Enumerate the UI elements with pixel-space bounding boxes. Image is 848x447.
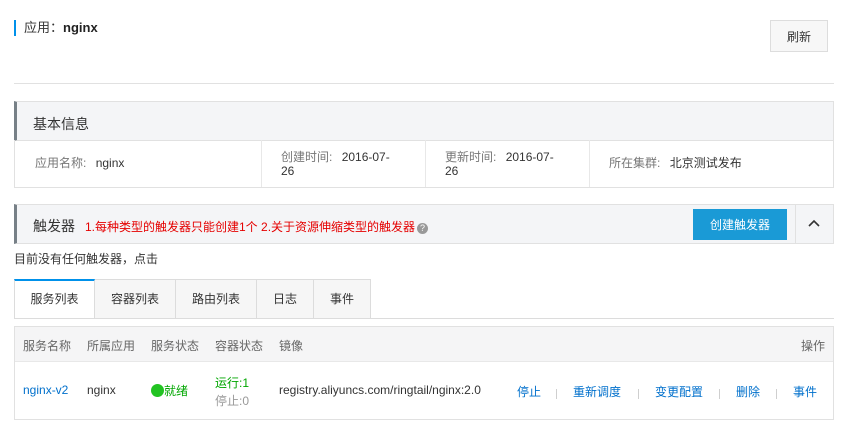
tab-routes[interactable]: 路由列表 [176, 279, 257, 319]
basic-info-body: 应用名称: nginx 创建时间: 2016-07- 26 更新时间: 2016… [14, 140, 834, 188]
header-divider [14, 83, 834, 84]
tab-services[interactable]: 服务列表 [14, 279, 95, 319]
action-separator [776, 389, 777, 399]
page-title: 应用：nginx [14, 20, 98, 36]
info-created-value-cont: 26 [281, 164, 295, 178]
action-separator [556, 389, 557, 399]
info-cluster: 所在集群: 北京测试发布 [609, 156, 742, 170]
refresh-button[interactable]: 刷新 [770, 20, 828, 52]
services-table: 服务名称 所属应用 服务状态 容器状态 镜像 操作 nginx-v2 nginx… [14, 326, 834, 420]
col-container-status: 容器状态 [215, 339, 264, 353]
container-stopped: 停止:0 [215, 394, 250, 408]
col-service-status: 服务状态 [151, 339, 200, 353]
stop-action[interactable]: 停止 [517, 383, 541, 400]
service-status-text: 就绪 [164, 384, 189, 398]
tab-events[interactable]: 事件 [314, 279, 371, 319]
info-created-label: 创建时间: [281, 150, 333, 164]
service-image: registry.aliyuncs.com/ringtail/nginx:2.0 [279, 383, 481, 397]
collapse-button[interactable] [795, 205, 833, 243]
action-separator [719, 389, 720, 399]
info-cluster-value: 北京测试发布 [669, 156, 742, 170]
create-trigger-button[interactable]: 创建触发器 [693, 209, 787, 240]
info-updated-label: 更新时间: [445, 150, 497, 164]
info-divider [261, 140, 262, 187]
trigger-header: 触发器 1.每种类型的触发器只能创建1个 2.关于资源伸缩类型的触发器? 创建触… [14, 204, 834, 244]
col-app: 所属应用 [87, 339, 136, 353]
trigger-note: 1.每种类型的触发器只能创建1个 2.关于资源伸缩类型的触发器? [85, 218, 429, 235]
trigger-title: 触发器 [33, 218, 75, 234]
info-divider [589, 140, 590, 187]
change-config-action[interactable]: 变更配置 [655, 383, 703, 400]
info-updated-time: 更新时间: 2016-07- 26 [445, 150, 554, 178]
status-ok-icon [151, 384, 164, 397]
tab-containers[interactable]: 容器列表 [95, 279, 176, 319]
info-updated-value-cont: 26 [445, 164, 459, 178]
info-created-time: 创建时间: 2016-07- 26 [281, 150, 390, 178]
table-header: 服务名称 所属应用 服务状态 容器状态 镜像 操作 [15, 327, 833, 362]
info-updated-value: 2016-07- [505, 150, 554, 164]
container-running: 运行:1 [215, 376, 250, 390]
basic-info-title: 基本信息 [33, 116, 89, 132]
info-app-name-label: 应用名称: [35, 156, 87, 170]
delete-action[interactable]: 删除 [736, 383, 760, 400]
app-name: nginx [63, 20, 98, 35]
action-separator [638, 389, 639, 399]
info-app-name: 应用名称: nginx [35, 156, 124, 170]
col-service-name: 服务名称 [23, 339, 72, 353]
events-action[interactable]: 事件 [793, 383, 817, 400]
info-app-name-value: nginx [95, 156, 125, 170]
chevron-up-icon [808, 219, 820, 227]
info-created-value: 2016-07- [341, 150, 390, 164]
reschedule-action[interactable]: 重新调度 [573, 383, 621, 400]
question-circle-icon[interactable]: ? [417, 223, 429, 234]
tab-bar: 服务列表 容器列表 路由列表 日志 事件 [14, 279, 371, 319]
tabs-underline [14, 318, 834, 319]
no-trigger-message: 目前没有任何触发器，点击 [14, 252, 159, 266]
service-name-link[interactable]: nginx-v2 [23, 383, 68, 397]
trigger-note-text: 1.每种类型的触发器只能创建1个 2.关于资源伸缩类型的触发器 [85, 220, 416, 234]
app-label: 应用： [24, 20, 64, 35]
tab-logs[interactable]: 日志 [257, 279, 314, 319]
service-status: 就绪 [151, 382, 188, 399]
basic-info-header: 基本信息 [14, 101, 834, 141]
col-actions: 操作 [801, 339, 826, 353]
service-app: nginx [87, 383, 116, 397]
col-image: 镜像 [279, 339, 304, 353]
info-divider [425, 140, 426, 187]
info-cluster-label: 所在集群: [609, 156, 661, 170]
